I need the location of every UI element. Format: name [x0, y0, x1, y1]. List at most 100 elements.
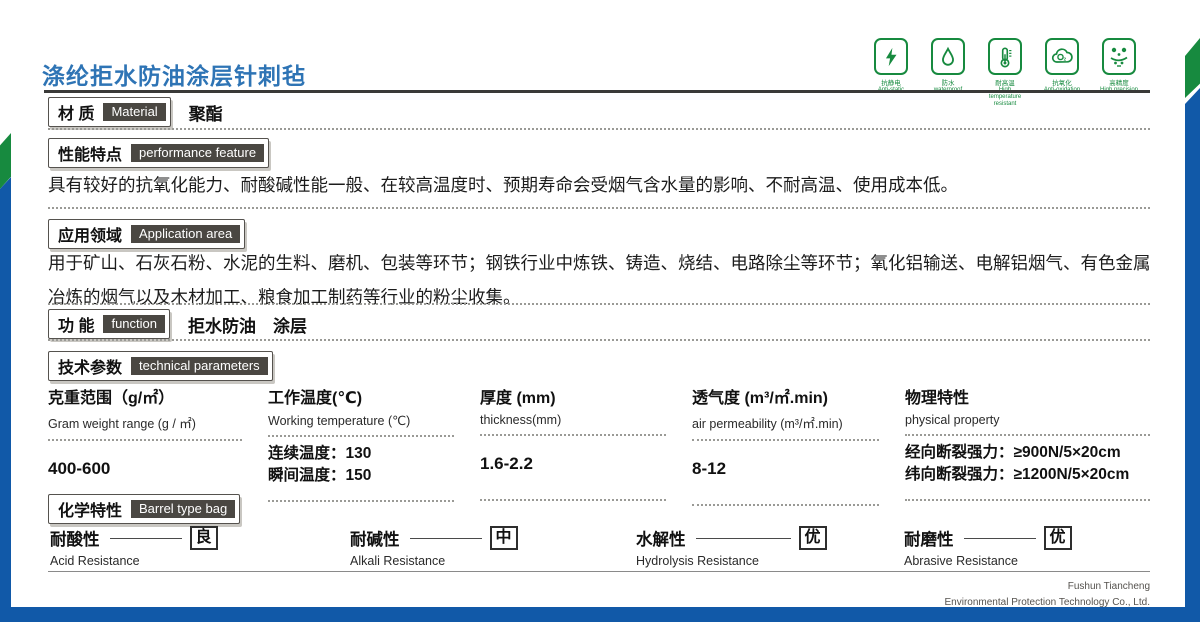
dotted-divider	[48, 128, 1150, 130]
column-header-zh: 透气度 (m³/㎡.min)	[692, 384, 879, 408]
chem-name-zh: 耐磨性	[904, 526, 954, 550]
chemical-label-zh: 化学特性	[58, 497, 122, 521]
footer-divider	[48, 571, 1150, 572]
chem-connector-line	[964, 538, 1036, 539]
badge-label-zh: 防水	[942, 77, 955, 87]
material-label-en: Material	[103, 103, 165, 121]
tech-label: 技术参数 technical parameters	[48, 351, 273, 381]
badge-anti-static: 抗静电 Anti-static	[868, 38, 914, 109]
anti-static-icon	[874, 38, 908, 75]
application-label-zh: 应用领域	[58, 222, 122, 246]
column-header-zh: 物理特性	[905, 384, 1150, 408]
feature-badges: 抗静电 Anti-static 防水 waterproof 耐高温 High t…	[868, 38, 1142, 109]
section-tech: 技术参数 technical parameters	[48, 351, 273, 381]
badge-label-zh: 高精度	[1109, 77, 1129, 87]
chem-name-zh: 耐酸性	[50, 526, 100, 550]
feature-label-zh: 性能特点	[58, 141, 122, 165]
chem-row: 耐酸性 良	[50, 526, 350, 550]
badge-anti-oxidation: 2 抗氧化 Anti-oxidation	[1039, 38, 1085, 109]
section-function: 功 能 function 拒水防油 涂层	[48, 309, 307, 339]
chem-row: 耐磨性 优	[904, 526, 1152, 550]
column-divider	[905, 499, 1150, 501]
badge-high-temperature: 耐高温 High temperature resistant	[982, 38, 1028, 109]
chemical-label: 化学特性 Barrel type bag	[48, 494, 240, 524]
column-header-en: physical property	[905, 413, 1150, 427]
tech-label-en: technical parameters	[131, 357, 268, 375]
application-label-en: Application area	[131, 225, 240, 243]
feature-label-en: performance feature	[131, 144, 264, 162]
tech-parameters-table: 克重范围（g/㎡） Gram weight range (g / ㎡) 400-…	[48, 384, 1152, 506]
chem-item-alkali: 耐碱性 中 Alkali Resistance	[350, 526, 636, 568]
chem-item-acid: 耐酸性 良 Acid Resistance	[50, 526, 350, 568]
dotted-divider	[48, 207, 1150, 209]
chem-name-en: Alkali Resistance	[350, 554, 636, 568]
column-value: 400-600	[48, 441, 242, 497]
anti-oxidation-icon: 2	[1045, 38, 1079, 75]
column-header-en: Working temperature (℃)	[268, 413, 454, 428]
right-ribbon-green	[1185, 38, 1200, 98]
section-feature: 性能特点 performance feature	[48, 138, 269, 168]
page-title: 涤纶拒水防油涂层针刺毡	[42, 57, 306, 91]
left-ribbon-blue	[0, 177, 11, 622]
column-value: 经向断裂强力：≥900N/5×20cm 纬向断裂强力：≥1200N/5×20cm	[905, 436, 1150, 492]
column-header-zh: 工作温度(℃)	[268, 384, 454, 408]
high-precision-icon	[1102, 38, 1136, 75]
chem-name-zh: 水解性	[636, 526, 686, 550]
section-material: 材 质 Material 聚酯	[48, 97, 223, 127]
chem-name-zh: 耐碱性	[350, 526, 400, 550]
column-value: 1.6-2.2	[480, 436, 666, 492]
chemical-properties: 耐酸性 良 Acid Resistance 耐碱性 中 Alkali Resis…	[50, 526, 1152, 568]
tech-col-air-permeability: 透气度 (m³/㎡.min) air permeability (m³/㎡.mi…	[692, 384, 905, 506]
column-divider	[480, 499, 666, 501]
column-divider	[692, 504, 879, 506]
feature-label: 性能特点 performance feature	[48, 138, 269, 168]
value-line: 连续温度：130	[268, 443, 454, 465]
badge-waterproof: 防水 waterproof	[925, 38, 971, 109]
function-label-zh: 功 能	[58, 312, 94, 336]
chem-row: 耐碱性 中	[350, 526, 636, 550]
badge-high-precision: 高精度 High precision	[1096, 38, 1142, 109]
column-value: 连续温度：130 瞬间温度：150	[268, 437, 454, 493]
section-chemical: 化学特性 Barrel type bag	[48, 494, 240, 524]
column-header-en: thickness(mm)	[480, 413, 666, 427]
value-line: 瞬间温度：150	[268, 465, 454, 487]
function-label: 功 能 function	[48, 309, 170, 339]
chem-grade: 优	[1044, 526, 1072, 550]
chem-item-hydrolysis: 水解性 优 Hydrolysis Resistance	[636, 526, 904, 568]
chem-grade: 优	[799, 526, 827, 550]
feature-text: 具有较好的抗氧化能力、耐酸碱性能一般、在较高温度时、预期寿命会受烟气含水量的影响…	[48, 168, 1152, 202]
function-value: 拒水防油 涂层	[188, 312, 307, 337]
chem-name-en: Hydrolysis Resistance	[636, 554, 904, 568]
tech-col-working-temperature: 工作温度(℃) Working temperature (℃) 连续温度：130…	[268, 384, 480, 506]
chem-grade: 良	[190, 526, 218, 550]
column-divider	[268, 500, 454, 502]
svg-text:2: 2	[1064, 56, 1067, 61]
material-value: 聚酯	[189, 100, 223, 125]
section-application: 应用领域 Application area	[48, 219, 245, 249]
tech-col-gram-weight: 克重范围（g/㎡） Gram weight range (g / ㎡) 400-…	[48, 384, 268, 506]
column-header-en: air permeability (m³/㎡.min)	[692, 413, 879, 432]
chem-connector-line	[410, 538, 482, 539]
material-label-zh: 材 质	[58, 100, 94, 124]
right-ribbon-blue	[1185, 88, 1200, 622]
column-header-zh: 克重范围（g/㎡）	[48, 384, 242, 408]
company-footer: Fushun Tiancheng Environmental Protectio…	[945, 579, 1151, 610]
chem-grade: 中	[490, 526, 518, 550]
badge-label-zh: 抗静电	[881, 77, 901, 87]
tech-label-zh: 技术参数	[58, 354, 122, 378]
column-header-zh: 厚度 (mm)	[480, 384, 666, 408]
column-value: 8-12	[692, 441, 879, 497]
chem-connector-line	[696, 538, 791, 539]
high-temperature-icon	[988, 38, 1022, 75]
chem-name-en: Abrasive Resistance	[904, 554, 1152, 568]
chemical-label-en: Barrel type bag	[131, 500, 235, 518]
chem-item-abrasive: 耐磨性 优 Abrasive Resistance	[904, 526, 1152, 568]
tech-col-physical-property: 物理特性 physical property 经向断裂强力：≥900N/5×20…	[905, 384, 1152, 506]
chem-row: 水解性 优	[636, 526, 904, 550]
company-name-line2: Environmental Protection Technology Co.,…	[945, 595, 1151, 611]
function-label-en: function	[103, 315, 165, 333]
dotted-divider	[48, 303, 1150, 305]
application-label: 应用领域 Application area	[48, 219, 245, 249]
dotted-divider	[48, 339, 1150, 341]
tech-col-thickness: 厚度 (mm) thickness(mm) 1.6-2.2	[480, 384, 692, 506]
